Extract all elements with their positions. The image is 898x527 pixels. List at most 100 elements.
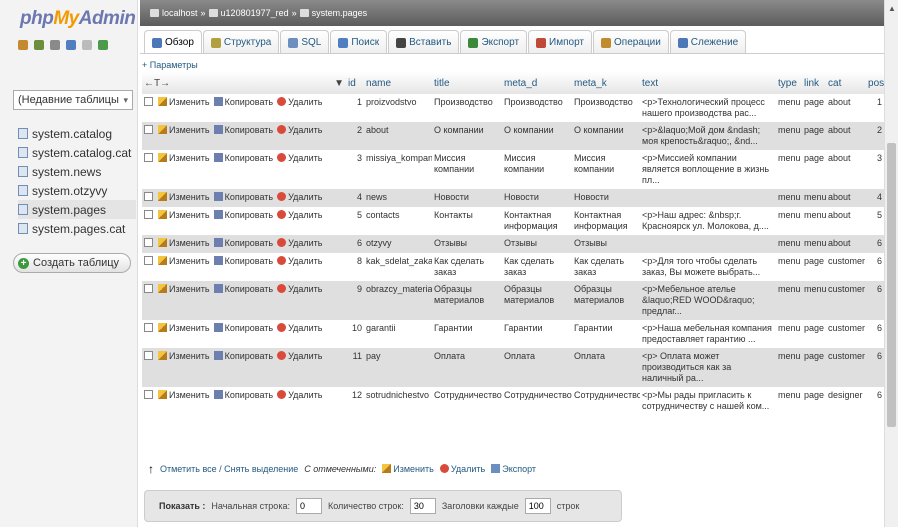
- cell-cat[interactable]: about: [826, 122, 867, 150]
- cell-pos[interactable]: 6: [866, 253, 885, 281]
- cell-name[interactable]: garantii: [364, 320, 433, 348]
- breadcrumb-server[interactable]: localhost: [162, 8, 198, 18]
- cell-cat[interactable]: about: [826, 94, 867, 122]
- row-checkbox[interactable]: [144, 390, 153, 399]
- copy-button[interactable]: Копировать: [213, 153, 277, 163]
- delete-button[interactable]: Удалить: [277, 153, 326, 163]
- cell-type[interactable]: menu: [776, 150, 803, 189]
- table-list-item[interactable]: system.pages.cat: [18, 219, 136, 238]
- column-header-id[interactable]: id: [346, 72, 365, 94]
- cell-pos[interactable]: 6: [866, 235, 885, 253]
- cell-id[interactable]: 12: [346, 387, 365, 415]
- column-header-cat[interactable]: cat: [826, 72, 867, 94]
- cell-id[interactable]: 3: [346, 150, 365, 189]
- cell-link[interactable]: page: [802, 387, 827, 415]
- cell-meta-k[interactable]: Отзывы: [572, 235, 641, 253]
- delete-button[interactable]: Удалить: [277, 323, 326, 333]
- cell-pos[interactable]: 6: [866, 387, 885, 415]
- cell-pos[interactable]: 3: [866, 150, 885, 189]
- cell-meta-k[interactable]: Сотрудничество: [572, 387, 641, 415]
- tab-operations[interactable]: Операции: [593, 30, 669, 54]
- copy-button[interactable]: Копировать: [213, 125, 277, 135]
- cell-meta-d[interactable]: Контактная информация: [502, 207, 573, 235]
- row-checkbox[interactable]: [144, 153, 153, 162]
- delete-button[interactable]: Удалить: [277, 238, 326, 248]
- cell-meta-k[interactable]: Производство: [572, 94, 641, 122]
- cell-title[interactable]: Гарантии: [432, 320, 503, 348]
- cell-title[interactable]: Отзывы: [432, 235, 503, 253]
- cell-title[interactable]: Контакты: [432, 207, 503, 235]
- bulk-delete-button[interactable]: Удалить: [439, 464, 485, 474]
- options-toggle[interactable]: + Параметры: [142, 60, 198, 70]
- copy-button[interactable]: Копировать: [213, 256, 277, 266]
- cell-name[interactable]: about: [364, 122, 433, 150]
- cell-id[interactable]: 8: [346, 253, 365, 281]
- copy-button[interactable]: Копировать: [213, 323, 277, 333]
- cell-name[interactable]: sotrudnichestvo: [364, 387, 433, 415]
- edit-button[interactable]: Изменить: [158, 256, 214, 266]
- cell-type[interactable]: menu: [776, 387, 803, 415]
- recent-tables-select[interactable]: (Недавние таблицы ▾: [13, 90, 133, 110]
- cell-id[interactable]: 1: [346, 94, 365, 122]
- row-checkbox[interactable]: [144, 284, 153, 293]
- table-list-item[interactable]: system.otzyvy: [18, 181, 136, 200]
- cell-text[interactable]: <p>Технологический процесс нашего произв…: [640, 94, 777, 122]
- cell-pos[interactable]: 4: [866, 189, 885, 207]
- headers-every-input[interactable]: [524, 498, 551, 514]
- cell-type[interactable]: menu: [776, 235, 803, 253]
- cell-id[interactable]: 2: [346, 122, 365, 150]
- cell-id[interactable]: 6: [346, 235, 365, 253]
- delete-button[interactable]: Удалить: [277, 210, 326, 220]
- cell-pos[interactable]: 6: [866, 281, 885, 320]
- exit-icon[interactable]: [34, 40, 44, 50]
- cell-id[interactable]: 5: [346, 207, 365, 235]
- start-row-input[interactable]: [295, 498, 322, 514]
- edit-button[interactable]: Изменить: [158, 390, 214, 400]
- cell-name[interactable]: news: [364, 189, 433, 207]
- cell-title[interactable]: Сотрудничество: [432, 387, 503, 415]
- cell-link[interactable]: page: [802, 150, 827, 189]
- cell-name[interactable]: kak_sdelat_zakaz: [364, 253, 433, 281]
- table-list-item[interactable]: system.catalog: [18, 124, 136, 143]
- cell-meta-d[interactable]: Новости: [502, 189, 573, 207]
- cell-type[interactable]: menu: [776, 207, 803, 235]
- cell-name[interactable]: obrazcy_materialov: [364, 281, 433, 320]
- cell-title[interactable]: Новости: [432, 189, 503, 207]
- edit-button[interactable]: Изменить: [158, 351, 214, 361]
- cell-title[interactable]: Образцы материалов: [432, 281, 503, 320]
- column-header-meta-k[interactable]: meta_k: [572, 72, 641, 94]
- column-header-name[interactable]: name: [364, 72, 433, 94]
- cell-meta-k[interactable]: Новости: [572, 189, 641, 207]
- cell-cat[interactable]: customer: [826, 253, 867, 281]
- column-header-title[interactable]: title: [432, 72, 503, 94]
- column-header-text[interactable]: text: [640, 72, 777, 94]
- delete-button[interactable]: Удалить: [277, 351, 326, 361]
- copy-button[interactable]: Копировать: [213, 210, 277, 220]
- cell-id[interactable]: 9: [346, 281, 365, 320]
- bulk-edit-button[interactable]: Изменить: [382, 464, 434, 474]
- delete-button[interactable]: Удалить: [277, 97, 326, 107]
- cell-pos[interactable]: 6: [866, 320, 885, 348]
- row-checkbox[interactable]: [144, 238, 153, 247]
- copy-button[interactable]: Копировать: [213, 238, 277, 248]
- cell-meta-d[interactable]: Оплата: [502, 348, 573, 387]
- cell-link[interactable]: menu: [802, 207, 827, 235]
- cell-cat[interactable]: customer: [826, 281, 867, 320]
- cell-meta-d[interactable]: Гарантии: [502, 320, 573, 348]
- edit-button[interactable]: Изменить: [158, 323, 214, 333]
- cell-meta-k[interactable]: Оплата: [572, 348, 641, 387]
- phpmyadmin-logo[interactable]: phpMyAdmin: [20, 8, 136, 30]
- cell-type[interactable]: menu: [776, 94, 803, 122]
- copy-button[interactable]: Копировать: [213, 351, 277, 361]
- row-count-input[interactable]: [409, 498, 436, 514]
- create-table-button[interactable]: + Создать таблицу: [13, 253, 131, 273]
- vertical-scrollbar[interactable]: ▲: [884, 0, 898, 527]
- copy-button[interactable]: Копировать: [213, 390, 277, 400]
- cell-type[interactable]: menu: [776, 320, 803, 348]
- column-nav-arrows[interactable]: ←T→: [144, 78, 170, 89]
- edit-button[interactable]: Изменить: [158, 284, 214, 294]
- delete-button[interactable]: Удалить: [277, 192, 326, 202]
- cell-text[interactable]: [640, 189, 777, 207]
- delete-button[interactable]: Удалить: [277, 125, 326, 135]
- cell-meta-k[interactable]: Гарантии: [572, 320, 641, 348]
